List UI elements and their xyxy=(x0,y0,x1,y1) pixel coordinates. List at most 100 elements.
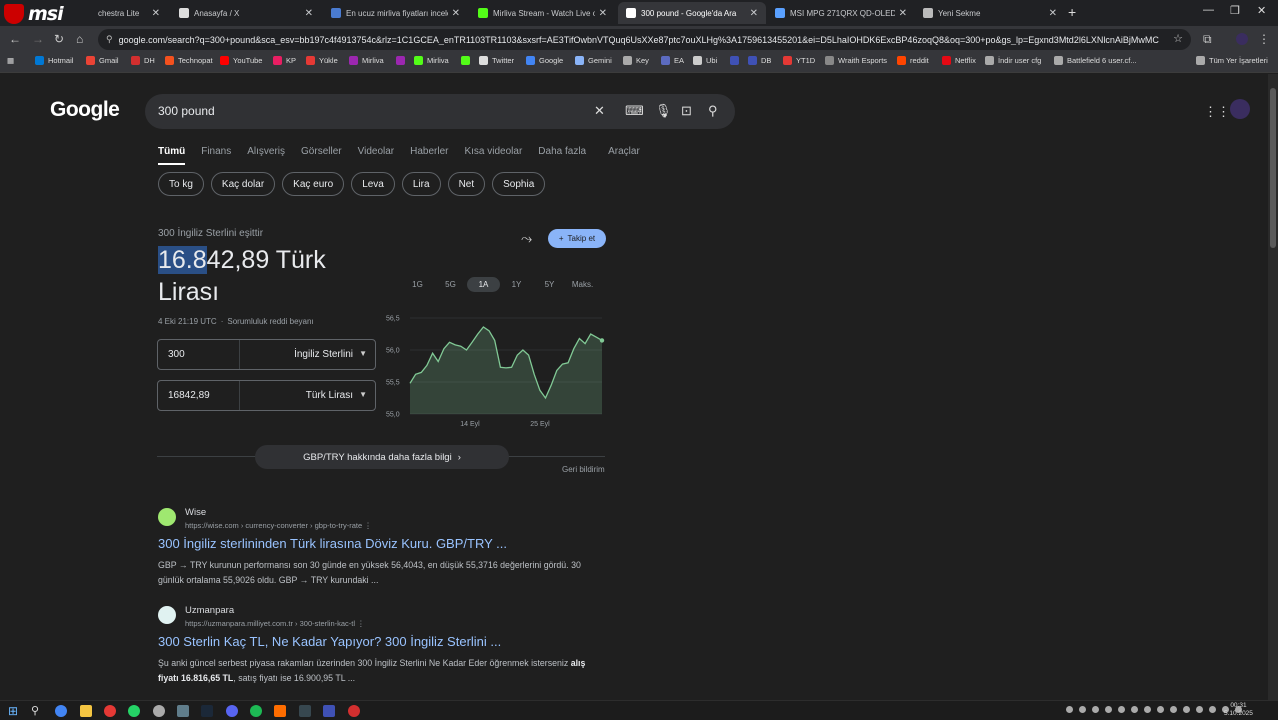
follow-button[interactable]: + Takip et xyxy=(548,229,606,248)
url-text[interactable]: google.com/search?q=300+pound&sca_esv=bb… xyxy=(119,35,1159,45)
search-tab[interactable]: Görseller xyxy=(301,146,342,165)
search-tab[interactable]: Haberler xyxy=(410,146,448,165)
bookmark-item[interactable]: Ubi xyxy=(693,56,717,65)
all-bookmarks[interactable]: Tüm Yer İşaretleri xyxy=(1196,56,1268,65)
result-url[interactable]: https://uzmanpara.milliyet.com.tr › 300-… xyxy=(185,619,365,628)
exchange-rate-chart[interactable]: 56,5 56,0 55,5 55,0 14 Eyl 25 Eyl xyxy=(384,310,606,430)
chevron-down-icon[interactable]: ▼ xyxy=(359,390,367,399)
browser-tab[interactable]: 300 pound - Google'da Ara ✕ xyxy=(618,2,766,24)
clear-icon[interactable]: ✕ xyxy=(594,103,605,119)
app-icon[interactable] xyxy=(177,705,189,717)
tab-close-icon[interactable]: ✕ xyxy=(750,8,758,19)
tab-close-icon[interactable]: ✕ xyxy=(452,8,460,19)
more-options-icon[interactable]: ⋮ xyxy=(364,521,372,530)
app-icon[interactable] xyxy=(274,705,286,717)
google-apps-icon[interactable]: ⋮⋮ xyxy=(1204,104,1230,120)
bookmark-star-icon[interactable]: ☆ xyxy=(1173,32,1183,45)
tab-close-icon[interactable]: ✕ xyxy=(1049,8,1057,19)
chart-range-tab[interactable]: Maks. xyxy=(566,277,599,292)
tab-close-icon[interactable]: ✕ xyxy=(152,8,160,19)
to-currency-select[interactable]: Türk Lirası xyxy=(306,390,353,401)
search-tab[interactable]: Araçlar xyxy=(608,146,640,165)
bookmark-item[interactable]: Gmail xyxy=(86,56,119,65)
maximize-icon[interactable]: ❐ xyxy=(1230,4,1240,17)
bookmark-item[interactable]: Battlefield 6 user.cf... xyxy=(1054,56,1137,65)
browser-tab[interactable]: chestra Lite ✕ xyxy=(18,2,168,24)
share-icon[interactable]: ⤳ xyxy=(521,230,532,247)
browser-tab[interactable]: Mirliva Stream - Watch Live on ✕ xyxy=(470,2,615,24)
keyboard-icon[interactable]: ⌨ xyxy=(625,103,644,119)
bookmark-item[interactable] xyxy=(396,56,409,65)
browser-tab[interactable]: Anasayfa / X ✕ xyxy=(171,2,321,24)
forward-icon[interactable]: → xyxy=(32,32,44,46)
google-logo[interactable]: Google xyxy=(50,98,120,122)
lens-icon[interactable]: ⊡ xyxy=(681,103,692,119)
bookmark-item[interactable] xyxy=(461,56,474,65)
windows-start-icon[interactable]: ⊞ xyxy=(8,704,18,718)
from-amount-input[interactable]: 300 xyxy=(168,349,185,360)
chevron-down-icon[interactable]: ▼ xyxy=(359,349,367,358)
bookmark-item[interactable]: reddit xyxy=(897,56,929,65)
search-tab[interactable]: Finans xyxy=(201,146,231,165)
tab-close-icon[interactable]: ✕ xyxy=(599,8,607,19)
tab-close-icon[interactable]: ✕ xyxy=(305,8,313,19)
refinement-chip[interactable]: Kaç dolar xyxy=(210,172,276,196)
search-box[interactable]: 300 pound ✕ ⌨ 🎙 ⊡ ⚲ xyxy=(145,94,735,129)
refinement-chip[interactable]: Leva xyxy=(351,172,395,196)
menu-icon[interactable]: ⋮ xyxy=(1258,32,1270,46)
msi-center-icon[interactable] xyxy=(348,705,360,717)
taskbar-search-icon[interactable]: ⚲ xyxy=(31,704,39,717)
spotify-icon[interactable] xyxy=(250,705,262,717)
bookmark-item[interactable]: EA xyxy=(661,56,684,65)
bookmark-item[interactable]: İndir user cfg xyxy=(985,56,1041,65)
chrome-icon[interactable] xyxy=(55,705,67,717)
chart-range-tab[interactable]: 5Y xyxy=(533,277,566,292)
bookmark-item[interactable]: Wraith Esports xyxy=(825,56,887,65)
page-scrollbar[interactable] xyxy=(1268,74,1278,700)
microphone-icon[interactable]: 🎙 xyxy=(655,103,672,119)
reload-icon[interactable]: ↻ xyxy=(54,32,64,46)
search-tab[interactable]: Alışveriş xyxy=(247,146,285,165)
result-title-link[interactable]: 300 Sterlin Kaç TL, Ne Kadar Yapıyor? 30… xyxy=(158,634,501,649)
bookmark-item[interactable]: Google xyxy=(526,56,563,65)
search-tab[interactable]: Kısa videolar xyxy=(464,146,522,165)
feedback-link[interactable]: Geri bildirim xyxy=(562,465,605,474)
clock[interactable]: 00:31 5.10.2025 xyxy=(1224,702,1253,718)
bookmark-item[interactable]: YouTube xyxy=(220,56,262,65)
bookmark-item[interactable]: DH xyxy=(131,56,155,65)
search-input[interactable]: 300 pound xyxy=(158,104,215,118)
app-icon[interactable] xyxy=(323,705,335,717)
chart-range-tab[interactable]: 1A xyxy=(467,277,500,292)
disclaimer-link[interactable]: Sorumluluk reddi beyanı xyxy=(227,317,313,326)
from-currency-field[interactable]: 300 İngiliz Sterlini ▼ xyxy=(157,339,376,370)
discord-icon[interactable] xyxy=(226,705,238,717)
app-icon[interactable] xyxy=(153,705,165,717)
search-tab[interactable]: Videolar xyxy=(358,146,395,165)
chart-range-tab[interactable]: 1Y xyxy=(500,277,533,292)
more-options-icon[interactable]: ⋮ xyxy=(357,619,365,628)
browser-tab[interactable]: Yeni Sekme ✕ xyxy=(915,2,1065,24)
whatsapp-icon[interactable] xyxy=(128,705,140,717)
bookmark-item[interactable]: Yükle xyxy=(306,56,338,65)
file-explorer-icon[interactable] xyxy=(80,705,92,717)
home-icon[interactable]: ⌂ xyxy=(76,32,83,46)
bookmark-item[interactable]: Hotmail xyxy=(35,56,73,65)
bookmark-item[interactable]: Mirliva xyxy=(349,56,384,65)
browser-tab[interactable]: En ucuz mirliva fiyatları inceleme ✕ xyxy=(323,2,468,24)
bookmark-item[interactable]: KP xyxy=(273,56,296,65)
result-url[interactable]: https://wise.com › currency-converter › … xyxy=(185,521,372,530)
scrollbar-thumb[interactable] xyxy=(1270,88,1276,248)
opera-icon[interactable] xyxy=(104,705,116,717)
site-info-icon[interactable]: ⚲ xyxy=(106,34,113,45)
bookmark-item[interactable]: Gemini xyxy=(575,56,612,65)
refinement-chip[interactable]: Lira xyxy=(401,172,441,196)
bookmark-item[interactable]: Mirliva xyxy=(414,56,449,65)
app-icon[interactable] xyxy=(299,705,311,717)
search-tab[interactable]: Tümü xyxy=(158,146,186,165)
search-tab[interactable]: Daha fazla xyxy=(538,146,586,165)
browser-tab[interactable]: MSI MPG 271QRX QD-OLED 26 ✕ xyxy=(767,2,915,24)
refinement-chip[interactable]: Sophia xyxy=(492,172,546,196)
address-bar[interactable]: ⚲ google.com/search?q=300+pound&sca_esv=… xyxy=(98,29,1191,50)
from-currency-select[interactable]: İngiliz Sterlini xyxy=(294,349,353,360)
close-window-icon[interactable]: ✕ xyxy=(1257,4,1266,17)
